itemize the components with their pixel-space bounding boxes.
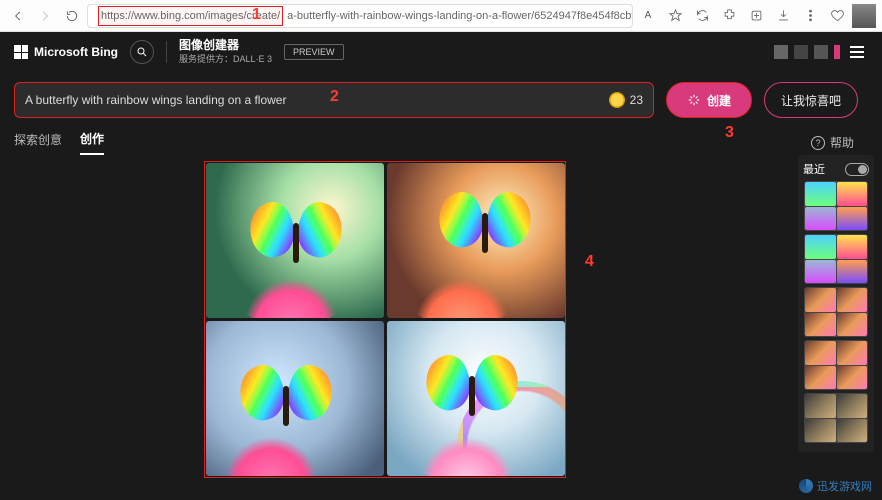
recent-title: 最近 bbox=[803, 161, 825, 177]
tool-branding: 图像创建器 服务提供方：DALL·E 3 bbox=[179, 39, 272, 65]
profile-avatar[interactable] bbox=[852, 4, 876, 28]
recent-thumb-5[interactable] bbox=[804, 393, 868, 443]
credits-display[interactable]: 23 bbox=[609, 92, 643, 108]
recent-thumb-1[interactable] bbox=[804, 181, 868, 231]
url-rest: a-butterfly-with-rainbow-wings-landing-o… bbox=[287, 10, 633, 22]
rewards-icon[interactable] bbox=[834, 45, 840, 59]
tab-create[interactable]: 创作 bbox=[80, 130, 104, 155]
header-right bbox=[774, 41, 868, 63]
tab-explore[interactable]: 探索创意 bbox=[14, 131, 62, 154]
result-image-3[interactable] bbox=[206, 321, 384, 476]
sync-icon[interactable] bbox=[690, 4, 714, 28]
url-highlighted-part: https://www.bing.com/images/create/ bbox=[98, 6, 283, 26]
brand-text: Microsoft Bing bbox=[34, 45, 118, 59]
results-grid bbox=[204, 161, 566, 478]
back-button[interactable] bbox=[6, 4, 30, 28]
preview-badge: PREVIEW bbox=[284, 44, 344, 60]
help-label: 帮助 bbox=[830, 134, 854, 151]
search-icon[interactable] bbox=[130, 40, 154, 64]
sparkle-icon bbox=[687, 93, 701, 107]
result-image-2[interactable] bbox=[387, 163, 565, 318]
credits-count: 23 bbox=[630, 93, 643, 107]
watermark-icon bbox=[799, 479, 813, 493]
create-button[interactable]: 创建 bbox=[666, 82, 752, 118]
text-size-indicator[interactable]: A bbox=[636, 4, 660, 28]
recent-panel: 最近 bbox=[798, 155, 874, 452]
prompt-row: 23 创建 让我惊喜吧 bbox=[0, 72, 882, 124]
recent-thumb-3[interactable] bbox=[804, 287, 868, 337]
result-image-1[interactable] bbox=[206, 163, 384, 318]
watermark: 迅发游戏网 bbox=[799, 478, 872, 494]
tool-title: 图像创建器 bbox=[179, 39, 272, 52]
bing-logo[interactable]: Microsoft Bing bbox=[14, 45, 118, 59]
surprise-button[interactable]: 让我惊喜吧 bbox=[764, 82, 858, 118]
recent-toggle[interactable] bbox=[845, 163, 869, 176]
main-area: 最近 bbox=[0, 155, 882, 478]
header-chip-2[interactable] bbox=[794, 45, 808, 59]
header-chip-1[interactable] bbox=[774, 45, 788, 59]
menu-button[interactable] bbox=[846, 41, 868, 63]
collections-icon[interactable] bbox=[744, 4, 768, 28]
recent-thumb-2[interactable] bbox=[804, 234, 868, 284]
browser-toolbar: https://www.bing.com/images/create/ a-bu… bbox=[0, 0, 882, 32]
forward-button[interactable] bbox=[33, 4, 57, 28]
create-label: 创建 bbox=[707, 92, 731, 109]
tool-subtitle: 服务提供方：DALL·E 3 bbox=[179, 52, 272, 65]
help-link[interactable]: ? 帮助 bbox=[811, 134, 854, 151]
browser-menu-icon[interactable] bbox=[798, 4, 822, 28]
header-chip-3[interactable] bbox=[814, 45, 828, 59]
recent-thumb-4[interactable] bbox=[804, 340, 868, 390]
divider bbox=[166, 41, 167, 63]
microsoft-icon bbox=[14, 45, 28, 59]
tabs-row: 探索创意 创作 ? 帮助 bbox=[0, 124, 882, 155]
favorite-icon[interactable] bbox=[663, 4, 687, 28]
surprise-label: 让我惊喜吧 bbox=[781, 92, 841, 109]
coin-icon bbox=[609, 92, 625, 108]
heart-icon[interactable] bbox=[825, 4, 849, 28]
downloads-icon[interactable] bbox=[771, 4, 795, 28]
address-bar[interactable]: https://www.bing.com/images/create/ a-bu… bbox=[87, 4, 633, 28]
prompt-input[interactable] bbox=[25, 93, 599, 107]
extensions-icon[interactable] bbox=[717, 4, 741, 28]
help-icon: ? bbox=[811, 136, 825, 150]
app-header: Microsoft Bing 图像创建器 服务提供方：DALL·E 3 PREV… bbox=[0, 32, 882, 72]
result-image-4[interactable] bbox=[387, 321, 565, 476]
prompt-input-container: 23 bbox=[14, 82, 654, 118]
refresh-button[interactable] bbox=[60, 4, 84, 28]
